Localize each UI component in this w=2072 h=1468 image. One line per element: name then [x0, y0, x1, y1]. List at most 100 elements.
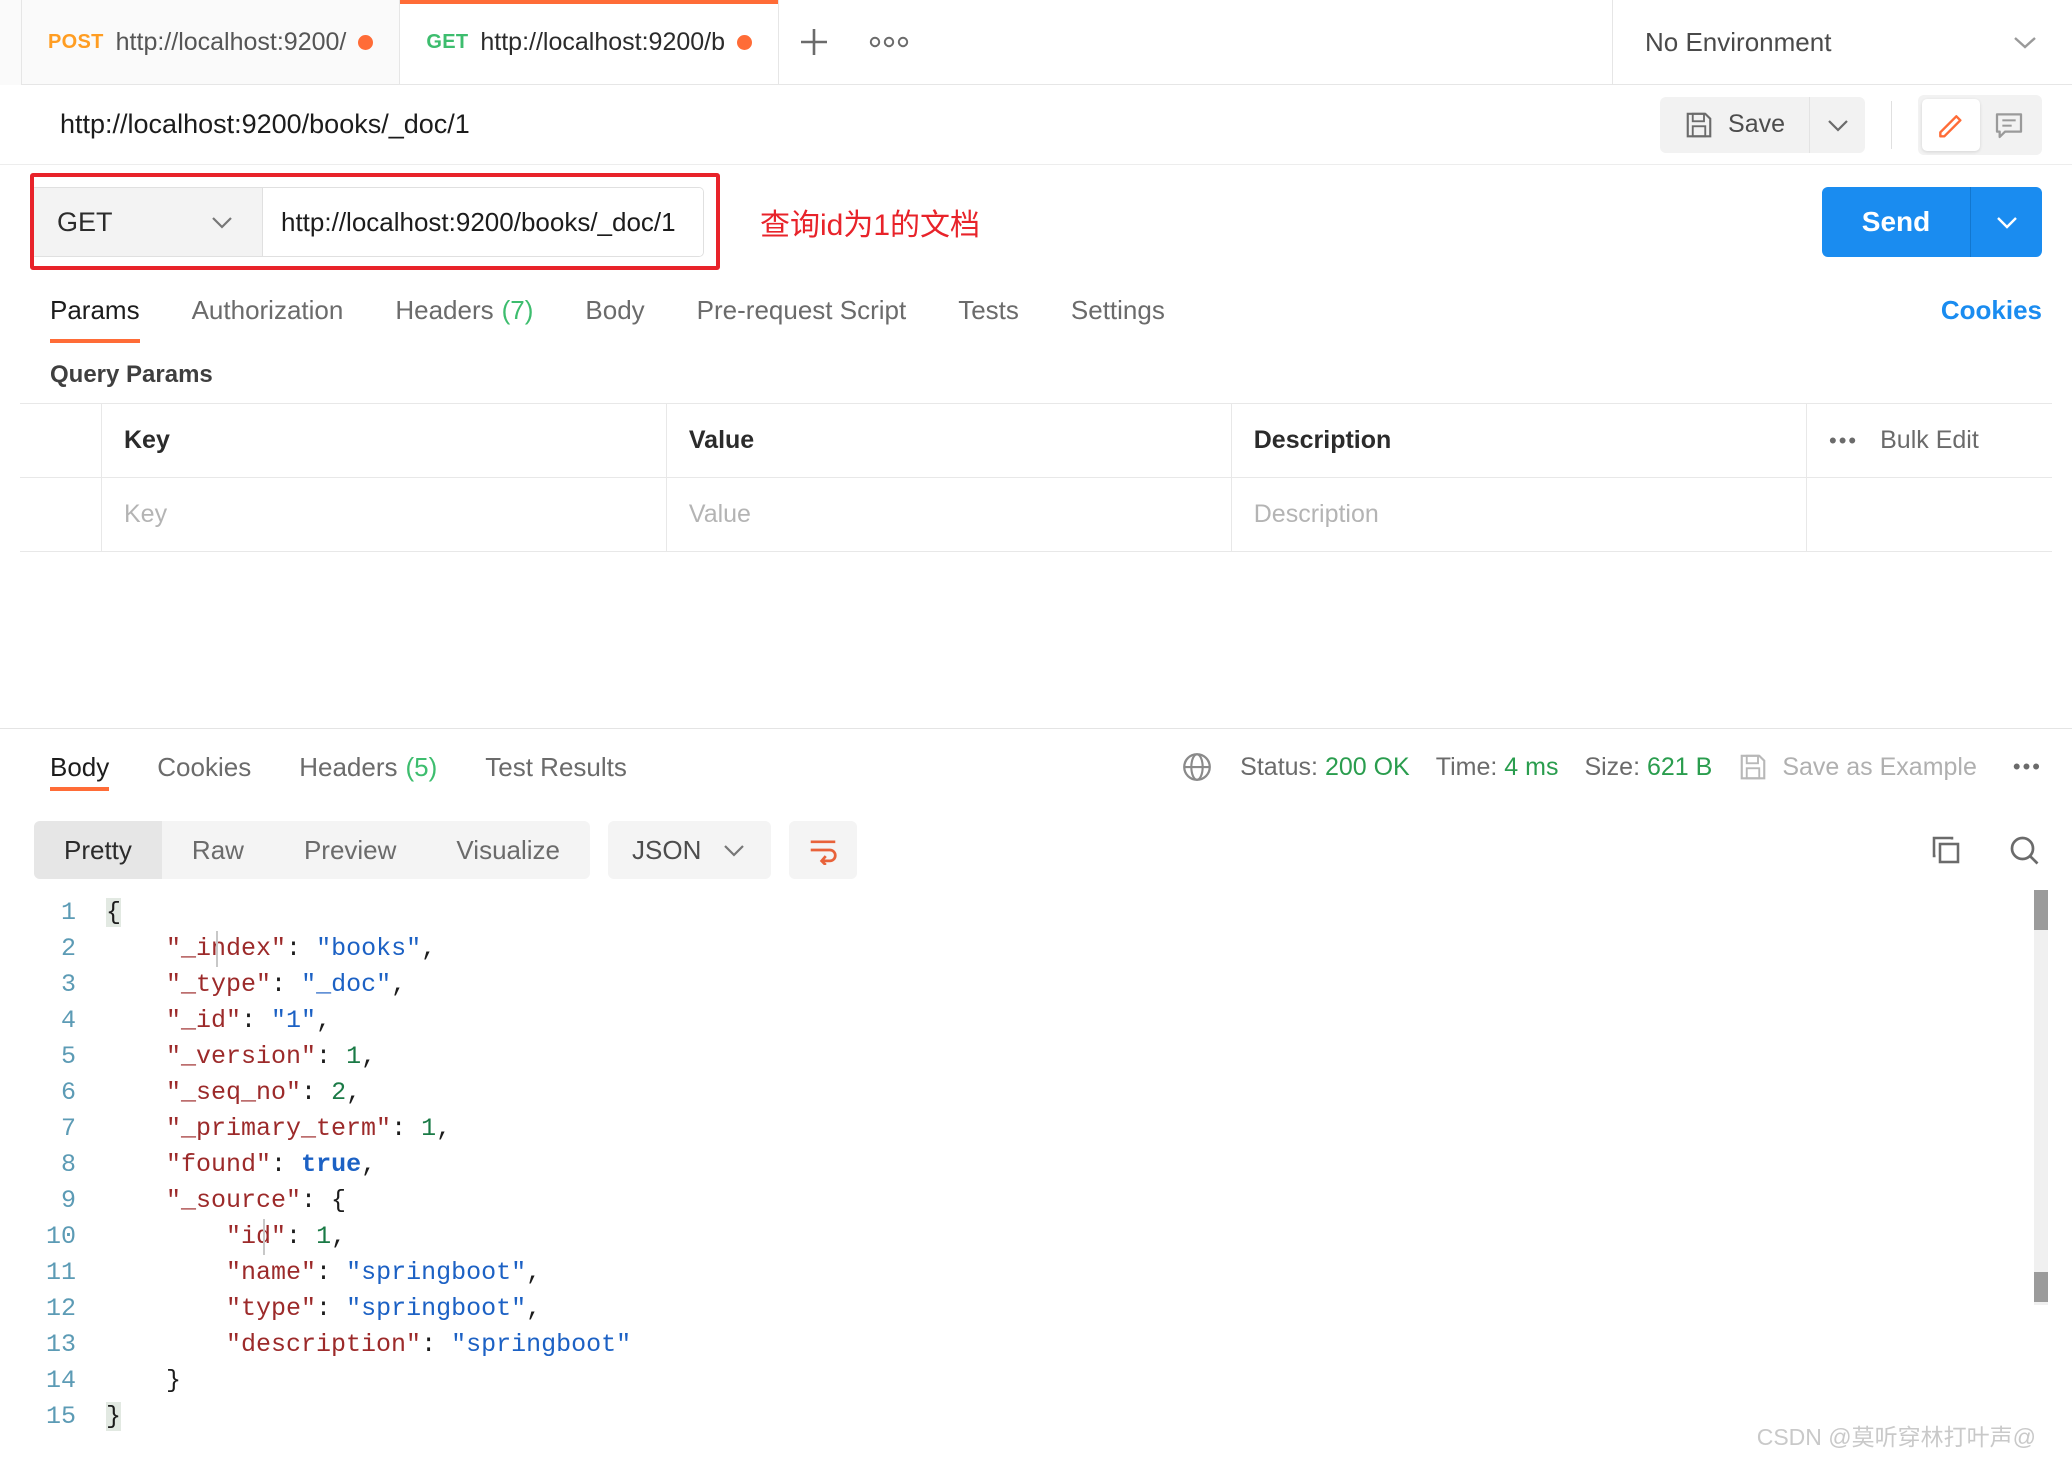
- tab-label: Cookies: [157, 751, 252, 782]
- request-tab-params[interactable]: Params: [50, 277, 166, 343]
- request-tab-post[interactable]: POST http://localhost:9200/: [22, 0, 401, 84]
- request-tab-settings[interactable]: Settings: [1045, 277, 1191, 343]
- code-lines: { "_index": "books", "_type": "_doc", "_…: [106, 895, 631, 1435]
- tab-label: Settings: [1070, 294, 1165, 325]
- request-tab-tests[interactable]: Tests: [932, 277, 1045, 343]
- tab-label: Params: [50, 294, 140, 325]
- param-description-input[interactable]: Description: [1232, 478, 1808, 551]
- request-tab-body[interactable]: Body: [559, 277, 670, 343]
- annotation-text: 查询id为1的文档: [760, 209, 981, 242]
- bulk-edit-button[interactable]: Bulk Edit: [1880, 426, 1979, 455]
- tab-label: Body: [585, 294, 645, 325]
- response-body-code[interactable]: 1 2 3 4 5 6 7 8 9 10 11 12 13 14 15 {"_…: [0, 895, 2072, 1435]
- comment-button[interactable]: [1980, 99, 2038, 151]
- header-divider: [1891, 100, 1892, 149]
- unsaved-dot-icon: [358, 34, 374, 50]
- code-line: "id": 1,: [226, 1222, 347, 1251]
- url-input[interactable]: [263, 188, 703, 256]
- http-method-selector[interactable]: GET: [31, 188, 263, 256]
- response-body-tools: [1928, 832, 2042, 868]
- ellipsis-icon: [869, 36, 909, 48]
- response-body-toolbar: Pretty Raw Preview Visualize JSON: [0, 805, 2072, 895]
- request-tab-get[interactable]: GET http://localhost:9200/b: [400, 0, 780, 84]
- indent-guide: [216, 931, 218, 967]
- tab-label: Test Results: [485, 751, 627, 782]
- save-button[interactable]: Save: [1660, 96, 1809, 153]
- response-tab-headers[interactable]: Headers (5): [275, 729, 461, 805]
- response-tab-test-results[interactable]: Test Results: [461, 729, 651, 805]
- save-as-example-button[interactable]: Save as Example: [1738, 752, 1977, 782]
- line-number: 9: [60, 1186, 76, 1215]
- query-params-title: Query Params: [50, 361, 213, 388]
- view-mode-visualize[interactable]: Visualize: [426, 821, 590, 879]
- request-header: http://localhost:9200/books/_doc/1 Save: [0, 85, 2072, 165]
- response-options-button[interactable]: •••: [2003, 754, 2042, 780]
- tab-label: Headers: [299, 751, 398, 782]
- line-number: 14: [45, 1366, 76, 1395]
- request-tab-headers[interactable]: Headers (7): [369, 277, 559, 343]
- row-checkbox-cell[interactable]: [20, 478, 102, 551]
- search-icon[interactable]: [2006, 832, 2042, 868]
- param-key-input[interactable]: Key: [102, 478, 667, 551]
- save-as-example-label: Save as Example: [1782, 752, 1977, 781]
- tab-label: Body: [50, 751, 110, 782]
- send-options-button[interactable]: [1970, 187, 2042, 257]
- line-number: 8: [60, 1150, 76, 1179]
- select-all-checkbox-cell[interactable]: [20, 404, 102, 477]
- response-tab-cookies[interactable]: Cookies: [133, 729, 275, 805]
- view-mode-preview[interactable]: Preview: [274, 821, 426, 879]
- code-line: "_type": "_doc",: [166, 970, 407, 999]
- response-scrollbar-thumb-bottom[interactable]: [2034, 1272, 2048, 1302]
- line-number: 4: [60, 1006, 76, 1035]
- status-stat: Status: 200 OK: [1240, 753, 1410, 782]
- send-button[interactable]: Send: [1822, 187, 1970, 257]
- environment-selector[interactable]: No Environment: [1612, 0, 2072, 84]
- table-row: Key Value Description: [20, 478, 2052, 552]
- code-line: "_source": {: [166, 1186, 347, 1215]
- line-number: 12: [45, 1294, 76, 1323]
- param-value-input[interactable]: Value: [667, 478, 1232, 551]
- tab-method-label: POST: [48, 30, 104, 53]
- column-header-description: Description: [1232, 404, 1808, 477]
- column-header-value: Value: [667, 404, 1232, 477]
- request-tabs: Params Authorization Headers (7) Body Pr…: [0, 277, 2072, 343]
- watermark: CSDN @莫听穿林打叶声@: [1756, 1424, 2036, 1450]
- url-row: GET 查询id为1的文档 Send: [0, 165, 2072, 277]
- params-options-icon[interactable]: •••: [1829, 428, 1858, 454]
- request-tab-authorization[interactable]: Authorization: [166, 277, 370, 343]
- tab-url-label: http://localhost:9200/: [115, 27, 347, 56]
- request-title: http://localhost:9200/books/_doc/1: [60, 109, 470, 139]
- globe-icon: [1183, 753, 1212, 781]
- response-format-selector[interactable]: JSON: [608, 821, 772, 879]
- chevron-down-icon: [1827, 119, 1848, 132]
- response-scrollbar-track[interactable]: [2034, 890, 2048, 1305]
- code-line: "_index": "books",: [166, 934, 437, 963]
- time-label: Time:: [1435, 752, 1498, 781]
- chevron-down-icon: [1996, 217, 2017, 229]
- save-options-button[interactable]: [1809, 96, 1865, 153]
- params-empty-space: [0, 552, 2072, 728]
- line-number-gutter: 1 2 3 4 5 6 7 8 9 10 11 12 13 14 15: [34, 895, 106, 1435]
- code-line: "type": "springboot",: [226, 1294, 542, 1323]
- response-tab-body[interactable]: Body: [50, 729, 133, 805]
- status-value: 200 OK: [1324, 752, 1410, 781]
- column-header-key: Key: [102, 404, 667, 477]
- cookies-link[interactable]: Cookies: [1941, 295, 2042, 326]
- copy-icon[interactable]: [1928, 832, 1964, 868]
- time-stat: Time: 4 ms: [1436, 753, 1559, 782]
- wrap-lines-button[interactable]: [789, 821, 858, 879]
- query-params-table: Key Value Description ••• Bulk Edit Key …: [20, 403, 2052, 552]
- edit-pencil-button[interactable]: [1922, 98, 1980, 151]
- postman-window: POST http://localhost:9200/ GET http://l…: [0, 0, 2072, 1468]
- view-mode-pretty[interactable]: Pretty: [34, 821, 162, 879]
- view-mode-raw[interactable]: Raw: [162, 821, 274, 879]
- line-number: 3: [60, 970, 76, 999]
- new-tab-button[interactable]: [779, 0, 850, 84]
- tab-options-button[interactable]: [849, 0, 930, 84]
- code-line: "_version": 1,: [166, 1042, 377, 1071]
- table-header-row: Key Value Description ••• Bulk Edit: [20, 404, 2052, 478]
- tab-label: Authorization: [191, 294, 344, 325]
- request-tab-prerequest-script[interactable]: Pre-request Script: [671, 277, 933, 343]
- response-scrollbar-thumb[interactable]: [2034, 890, 2048, 930]
- line-number: 11: [45, 1258, 76, 1287]
